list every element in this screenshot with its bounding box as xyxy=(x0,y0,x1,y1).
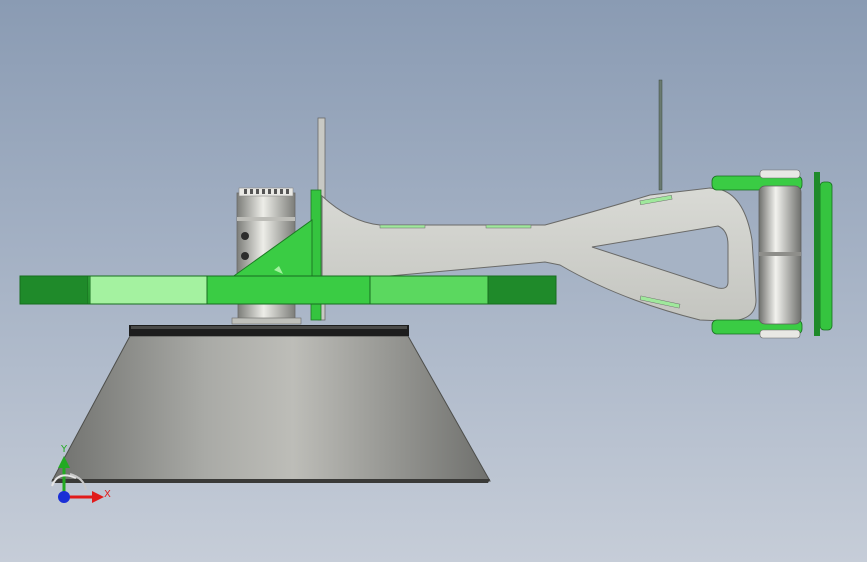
beam-end-left xyxy=(19,275,89,305)
triad-x-label: X xyxy=(104,489,111,500)
horizontal-green-beam[interactable] xyxy=(19,275,557,305)
cone-base[interactable] xyxy=(51,335,491,483)
cone-top-rim[interactable] xyxy=(129,325,409,336)
roller-side-guard xyxy=(819,181,833,331)
beam-panel-light xyxy=(89,275,208,305)
vertical-rod[interactable] xyxy=(658,79,663,191)
beam-panel-mid xyxy=(206,275,371,305)
cad-viewport[interactable]: X Y xyxy=(0,0,867,562)
triad-y-label: Y xyxy=(60,444,68,455)
beam-end-right xyxy=(487,275,557,305)
beam-panel-soft xyxy=(369,275,489,305)
